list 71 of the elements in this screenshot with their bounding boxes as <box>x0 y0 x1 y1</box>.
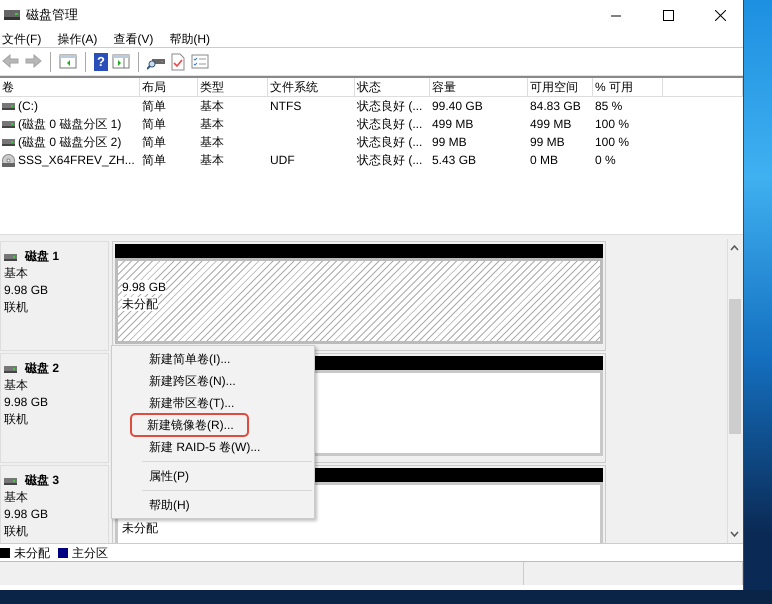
disk-detail: 联机 <box>4 299 29 316</box>
disk-detail: 联机 <box>4 411 29 428</box>
table-cell: 状态良好 (... <box>357 117 422 131</box>
disk-name: 磁盘 3 <box>25 472 60 489</box>
disk-detail: 9.98 GB <box>4 282 50 299</box>
partition-region[interactable]: 9.98 GB 未分配 <box>115 258 603 344</box>
table-cell: 简单 <box>142 99 166 113</box>
table-cell: 简单 <box>142 153 166 167</box>
disk-name: 磁盘 2 <box>25 360 60 377</box>
table-cell: 499 MB <box>432 117 474 131</box>
table-cell: 100 % <box>595 117 630 131</box>
disk-detail: 基本 <box>4 265 29 282</box>
table-cell: 5.43 GB <box>432 153 476 167</box>
table-cell: 基本 <box>200 117 224 131</box>
menu-item[interactable]: 新建镜像卷(R)... <box>133 416 246 434</box>
legend-label: 主分区 <box>72 544 108 562</box>
column-header[interactable]: 布局 <box>140 78 198 97</box>
table-cell: 84.83 GB <box>530 99 581 113</box>
column-header[interactable]: 文件系统 <box>268 78 355 97</box>
menu-item[interactable]: 帮助(H) <box>167 30 218 48</box>
column-header[interactable]: 类型 <box>198 78 268 97</box>
table-cell: 100 % <box>595 135 630 149</box>
disk-detail: 联机 <box>4 523 29 540</box>
table-cell: 状态良好 (... <box>357 153 422 167</box>
menu-item[interactable]: 操作(A) <box>55 30 106 48</box>
table-cell: NTFS <box>270 99 302 113</box>
disk-name: 磁盘 1 <box>25 248 60 265</box>
legend-label: 未分配 <box>14 544 50 562</box>
table-cell-text: SSS_X64FREV_ZH... <box>18 152 135 169</box>
menu-item[interactable]: 查看(V) <box>111 30 162 48</box>
table-cell-text: (磁盘 0 磁盘分区 1) <box>18 116 122 133</box>
menu-item[interactable]: 新建跨区卷(N)... <box>147 370 238 392</box>
column-header[interactable]: % 可用 <box>593 78 663 97</box>
table-cell-text: (C:) <box>18 98 38 115</box>
table-cell: 99 MB <box>530 135 565 149</box>
table-cell: UDF <box>270 153 295 167</box>
table-cell: 499 MB <box>530 117 572 131</box>
table-cell: 基本 <box>200 153 224 167</box>
menu-item[interactable]: 新建 RAID-5 卷(W)... <box>147 436 262 458</box>
column-header[interactable]: 容量 <box>430 78 528 97</box>
help-button[interactable]: ? <box>94 52 108 70</box>
table-cell-text: (磁盘 0 磁盘分区 2) <box>18 134 122 151</box>
table-cell: 基本 <box>200 135 224 149</box>
menu-item[interactable]: 帮助(H) <box>147 494 192 516</box>
column-header[interactable]: 状态 <box>355 78 430 97</box>
table-cell: 85 % <box>595 99 622 113</box>
partition-size: 9.98 GB <box>122 280 166 294</box>
menu-item[interactable]: 新建带区卷(T)... <box>147 392 236 414</box>
partition-label: 未分配 <box>122 521 158 535</box>
menu-item[interactable]: 文件(F) <box>0 30 50 48</box>
disk-detail: 基本 <box>4 489 29 506</box>
table-cell: 99 MB <box>432 135 467 149</box>
disk-detail: 基本 <box>4 377 29 394</box>
table-cell: 简单 <box>142 135 166 149</box>
table-cell: 状态良好 (... <box>357 135 422 149</box>
table-cell: 0 MB <box>530 153 558 167</box>
column-header[interactable]: 可用空间 <box>528 78 593 97</box>
table-cell: 99.40 GB <box>432 99 483 113</box>
column-header[interactable]: 卷 <box>0 78 140 97</box>
table-cell: 简单 <box>142 117 166 131</box>
disk-info-panel[interactable]: 磁盘 1 基本 9.98 GB 联机 <box>0 241 109 351</box>
table-cell: 0 % <box>595 153 616 167</box>
table-cell: 基本 <box>200 99 224 113</box>
disk-info-panel[interactable]: 磁盘 2 基本 9.98 GB 联机 <box>0 353 109 463</box>
window-title: 磁盘管理 <box>26 6 78 24</box>
disk-info-panel[interactable]: 磁盘 3 基本 9.98 GB 联机 <box>0 465 109 543</box>
menu-item[interactable]: 新建简单卷(I)... <box>147 348 232 370</box>
disk-detail: 9.98 GB <box>4 394 50 411</box>
disk-detail: 9.98 GB <box>4 506 50 523</box>
table-cell: 状态良好 (... <box>357 99 422 113</box>
partition-label: 未分配 <box>122 297 158 311</box>
